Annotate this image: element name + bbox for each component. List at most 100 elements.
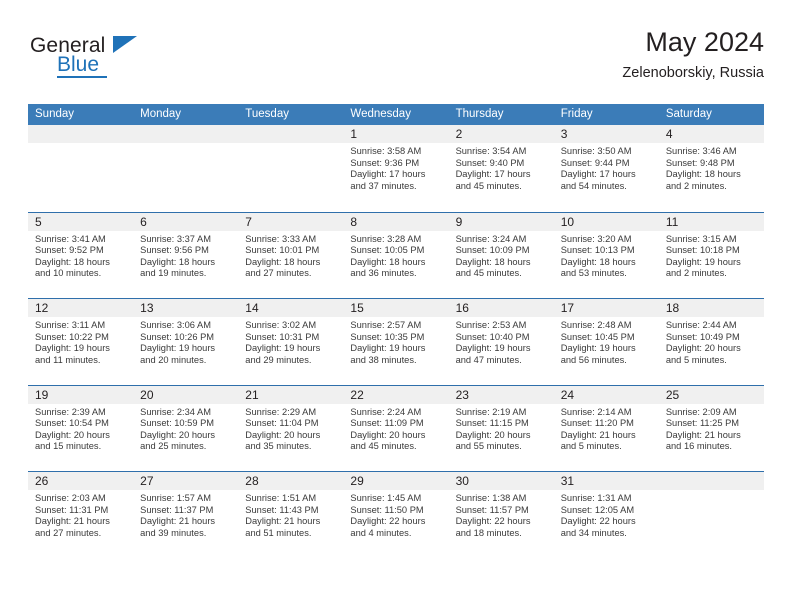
sunset-text: Sunset: 10:54 PM xyxy=(35,418,109,429)
calendar-day-cell[interactable]: 6 Sunrise: 3:37 AM Sunset: 9:56 PM Daylight… xyxy=(133,212,239,298)
sunset-text: Sunset: 11:09 PM xyxy=(350,418,424,429)
calendar-day-cell[interactable]: 23 Sunrise: 2:19 AM Sunset: 11:15 PM Daylig… xyxy=(448,385,554,471)
daylight-text-line1: Daylight: 18 hours xyxy=(245,256,321,267)
calendar-day-cell[interactable]: 3 Sunrise: 3:50 AM Sunset: 9:44 PM Daylight… xyxy=(553,125,659,212)
calendar-day-cell[interactable]: 22 Sunrise: 2:24 AM Sunset: 11:09 PM Daylig… xyxy=(343,385,449,471)
daylight-text-line1: Daylight: 18 hours xyxy=(140,256,216,267)
daylight-text-line1: Daylight: 19 hours xyxy=(560,343,636,354)
daylight-text-line1: Daylight: 19 hours xyxy=(35,343,110,354)
sunset-text: Sunset: 9:56 PM xyxy=(140,245,209,256)
calendar-week-row: 26 Sunrise: 2:03 AM Sunset: 11:31 PM Daylig… xyxy=(28,471,764,558)
day-sun-info: Sunrise: 3:58 AM Sunset: 9:36 PM Daylight:… xyxy=(343,143,448,192)
daylight-text-line1: Daylight: 18 hours xyxy=(350,256,426,267)
calendar-day-cell[interactable]: 29 Sunrise: 1:45 AM Sunset: 11:50 PM Daylig… xyxy=(343,472,449,558)
sunset-text: Sunset: 10:13 PM xyxy=(560,245,635,256)
calendar-day-cell[interactable]: 5 Sunrise: 3:41 AM Sunset: 9:52 PM Daylight… xyxy=(28,212,134,298)
day-sun-info: Sunrise: 2:57 AM Sunset: 10:35 PM Daylight… xyxy=(343,317,448,366)
calendar-day-cell[interactable]: 13 Sunrise: 3:06 AM Sunset: 10:26 PM Daylig… xyxy=(133,299,239,385)
day-number: 23 xyxy=(448,385,554,404)
day-number: 3 xyxy=(553,125,659,143)
daylight-text-line2: and 47 minutes. xyxy=(455,354,522,365)
calendar-day-cell[interactable]: 14 Sunrise: 3:02 AM Sunset: 10:31 PM Daylig… xyxy=(238,299,344,385)
sunset-text: Sunset: 11:20 PM xyxy=(560,418,634,429)
sunrise-text: Sunrise: 2:57 AM xyxy=(350,320,422,330)
daylight-text-line1: Daylight: 21 hours xyxy=(140,516,216,527)
calendar-day-cell[interactable]: 15 Sunrise: 2:57 AM Sunset: 10:35 PM Daylig… xyxy=(343,299,449,385)
day-number: 14 xyxy=(238,299,344,317)
day-sun-info: Sunrise: 2:19 AM Sunset: 11:15 PM Daylight… xyxy=(449,404,554,453)
weekday-header-monday: Monday xyxy=(140,108,182,120)
sunset-text: Sunset: 11:25 PM xyxy=(665,418,740,429)
sunset-text: Sunset: 10:45 PM xyxy=(560,331,635,342)
daylight-text-line2: and 20 minutes. xyxy=(140,354,207,365)
calendar-day-cell[interactable]: 24 Sunrise: 2:14 AM Sunset: 11:20 PM Daylig… xyxy=(553,385,659,471)
sunrise-text: Sunrise: 2:19 AM xyxy=(455,406,527,417)
calendar-day-cell-empty xyxy=(238,125,344,212)
daylight-text-line2: and 10 minutes. xyxy=(35,268,102,279)
day-number: 26 xyxy=(28,472,134,490)
calendar-day-cell[interactable]: 19 Sunrise: 2:39 AM Sunset: 10:54 PM Daylig… xyxy=(28,385,134,471)
day-number: 9 xyxy=(448,212,554,231)
calendar-day-cell[interactable]: 26 Sunrise: 2:03 AM Sunset: 11:31 PM Daylig… xyxy=(28,472,134,558)
day-number: 29 xyxy=(343,472,449,490)
calendar-day-cell[interactable]: 21 Sunrise: 2:29 AM Sunset: 11:04 PM Daylig… xyxy=(238,385,344,471)
daylight-text-line2: and 56 minutes. xyxy=(560,354,627,365)
daylight-text-line2: and 18 minutes. xyxy=(455,527,522,538)
daylight-text-line1: Daylight: 21 hours xyxy=(560,429,636,440)
calendar-week-row: 5 Sunrise: 3:41 AM Sunset: 9:52 PM Daylight… xyxy=(28,211,764,298)
day-sun-info: Sunrise: 3:02 AM Sunset: 10:31 PM Daylight… xyxy=(238,317,343,366)
calendar-day-cell[interactable]: 20 Sunrise: 2:34 AM Sunset: 10:59 PM Daylig… xyxy=(133,385,239,471)
day-sun-info: Sunrise: 1:51 AM Sunset: 11:43 PM Daylight… xyxy=(238,490,343,539)
calendar-day-cell[interactable]: 28 Sunrise: 1:51 AM Sunset: 11:43 PM Daylig… xyxy=(238,472,344,558)
daylight-text-line2: and 2 minutes. xyxy=(665,268,727,279)
sunset-text: Sunset: 11:31 PM xyxy=(35,504,109,515)
sunset-text: Sunset: 10:40 PM xyxy=(455,331,530,342)
logo-text-blue: Blue xyxy=(57,53,100,76)
daylight-text-line1: Daylight: 19 hours xyxy=(350,343,426,354)
calendar-day-cell[interactable]: 4 Sunrise: 3:46 AM Sunset: 9:48 PM Daylight… xyxy=(658,125,764,212)
calendar-day-cell[interactable]: 12 Sunrise: 3:11 AM Sunset: 10:22 PM Daylig… xyxy=(28,299,134,385)
day-number xyxy=(238,125,344,143)
sunset-text: Sunset: 10:22 PM xyxy=(35,331,109,342)
day-number: 27 xyxy=(133,472,239,490)
calendar-day-cell[interactable]: 2 Sunrise: 3:54 AM Sunset: 9:40 PM Daylight… xyxy=(448,125,554,212)
calendar-page: General Blue May 2024 Zelenoborskiy, Rus… xyxy=(0,0,792,612)
calendar-day-cell[interactable]: 9 Sunrise: 3:24 AM Sunset: 10:09 PM Dayligh… xyxy=(448,212,554,298)
sunrise-text: Sunrise: 3:11 AM xyxy=(35,320,106,330)
sunset-text: Sunset: 9:44 PM xyxy=(560,157,630,168)
daylight-text-line2: and 45 minutes. xyxy=(350,441,417,452)
calendar-day-cell[interactable]: 30 Sunrise: 1:38 AM Sunset: 11:57 PM Daylig… xyxy=(448,472,554,558)
sunrise-text: Sunrise: 3:33 AM xyxy=(245,233,317,244)
day-number: 11 xyxy=(658,212,764,231)
daylight-text-line1: Daylight: 20 hours xyxy=(665,343,741,354)
day-number: 12 xyxy=(28,299,134,317)
sunrise-text: Sunrise: 3:54 AM xyxy=(455,146,527,156)
calendar-day-cell[interactable]: 18 Sunrise: 2:44 AM Sunset: 10:49 PM Daylig… xyxy=(658,299,764,385)
day-number: 13 xyxy=(133,299,239,317)
calendar-day-cell[interactable]: 1 Sunrise: 3:58 AM Sunset: 9:36 PM Daylight… xyxy=(343,125,449,212)
day-sun-info: Sunrise: 2:29 AM Sunset: 11:04 PM Daylight… xyxy=(238,404,343,453)
sunrise-text: Sunrise: 2:48 AM xyxy=(560,320,632,330)
calendar-day-cell[interactable]: 27 Sunrise: 1:57 AM Sunset: 11:37 PM Daylig… xyxy=(133,472,239,558)
sunrise-text: Sunrise: 1:45 AM xyxy=(350,493,422,503)
daylight-text-line1: Daylight: 19 hours xyxy=(455,343,531,354)
calendar-week-row: 12 Sunrise: 3:11 AM Sunset: 10:22 PM Daylig… xyxy=(28,298,764,385)
calendar-day-cell[interactable]: 10 Sunrise: 3:20 AM Sunset: 10:13 PM Daylig… xyxy=(553,212,659,298)
calendar-day-cell[interactable]: 7 Sunrise: 3:33 AM Sunset: 10:01 PM Dayligh… xyxy=(238,212,344,298)
weekday-header-wednesday: Wednesday xyxy=(350,108,411,120)
day-sun-info: Sunrise: 3:06 AM Sunset: 10:26 PM Daylight… xyxy=(133,317,238,366)
day-number: 17 xyxy=(553,299,659,317)
sunrise-text: Sunrise: 3:20 AM xyxy=(560,233,632,244)
calendar-day-cell[interactable]: 31 Sunrise: 1:31 AM Sunset: 12:05 AM Daylig… xyxy=(553,472,659,558)
calendar-day-cell[interactable]: 8 Sunrise: 3:28 AM Sunset: 10:05 PM Dayligh… xyxy=(343,212,449,298)
calendar-day-cell-empty xyxy=(133,125,239,212)
calendar-day-cell[interactable]: 17 Sunrise: 2:48 AM Sunset: 10:45 PM Daylig… xyxy=(553,299,659,385)
daylight-text-line1: Daylight: 20 hours xyxy=(140,429,216,440)
day-sun-info: Sunrise: 3:15 AM Sunset: 10:18 PM Daylight… xyxy=(659,231,764,280)
calendar-day-cell[interactable]: 11 Sunrise: 3:15 AM Sunset: 10:18 PM Daylig… xyxy=(658,212,764,298)
sunrise-text: Sunrise: 2:24 AM xyxy=(350,406,422,417)
calendar-day-cell[interactable]: 16 Sunrise: 2:53 AM Sunset: 10:40 PM Daylig… xyxy=(448,299,554,385)
daylight-text-line1: Daylight: 21 hours xyxy=(245,516,321,527)
weekday-header-friday: Friday xyxy=(560,108,593,120)
calendar-day-cell[interactable]: 25 Sunrise: 2:09 AM Sunset: 11:25 PM Daylig… xyxy=(658,385,764,471)
